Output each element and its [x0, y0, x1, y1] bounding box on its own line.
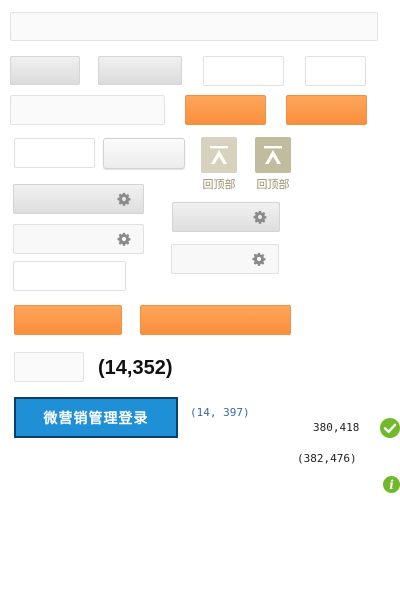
gray-button-medium[interactable] [98, 56, 182, 85]
orange-button-wide-1[interactable] [14, 305, 122, 335]
info-circle-icon: i [383, 476, 400, 493]
svg-text:i: i [389, 478, 394, 492]
raised-gray-button[interactable] [103, 138, 185, 169]
gear-icon [117, 232, 131, 246]
plain-text-field[interactable] [13, 261, 126, 291]
coordinate-input[interactable] [14, 352, 84, 382]
settings-select-white-small[interactable] [171, 244, 279, 274]
gear-icon [253, 210, 267, 224]
small-input-box[interactable] [14, 138, 95, 168]
orange-button-wide-2[interactable] [140, 305, 291, 335]
coordinate-readout-parenthesized: (382,476) [297, 452, 357, 465]
back-to-top-label: 回顶部 [202, 178, 236, 191]
back-to-top-button[interactable] [201, 137, 237, 173]
arrow-to-top-icon [264, 146, 282, 164]
back-to-top-label-hover: 回顶部 [256, 178, 290, 191]
coordinate-readout-plain: 380,418 [313, 421, 360, 434]
gray-button-small[interactable] [10, 56, 80, 85]
coordinate-readout-blue: (14, 397) [190, 406, 250, 419]
settings-select-gray-small[interactable] [172, 202, 280, 232]
orange-button-2[interactable] [286, 95, 367, 125]
orange-button-1[interactable] [185, 95, 266, 125]
wide-text-field[interactable] [10, 12, 378, 41]
login-button[interactable]: 微营销管理登录 [14, 397, 178, 438]
settings-select-gray[interactable] [13, 184, 144, 214]
tiny-text-field[interactable] [305, 56, 366, 86]
check-circle-icon [380, 418, 400, 438]
gear-icon [252, 252, 266, 266]
medium-text-field[interactable] [10, 95, 165, 125]
coordinate-readout-large: (14,352) [98, 357, 173, 379]
gear-icon [117, 192, 131, 206]
settings-select-white[interactable] [13, 224, 144, 254]
back-to-top-button-hover[interactable] [255, 137, 291, 173]
arrow-to-top-icon [210, 146, 228, 164]
small-text-field[interactable] [203, 56, 284, 86]
